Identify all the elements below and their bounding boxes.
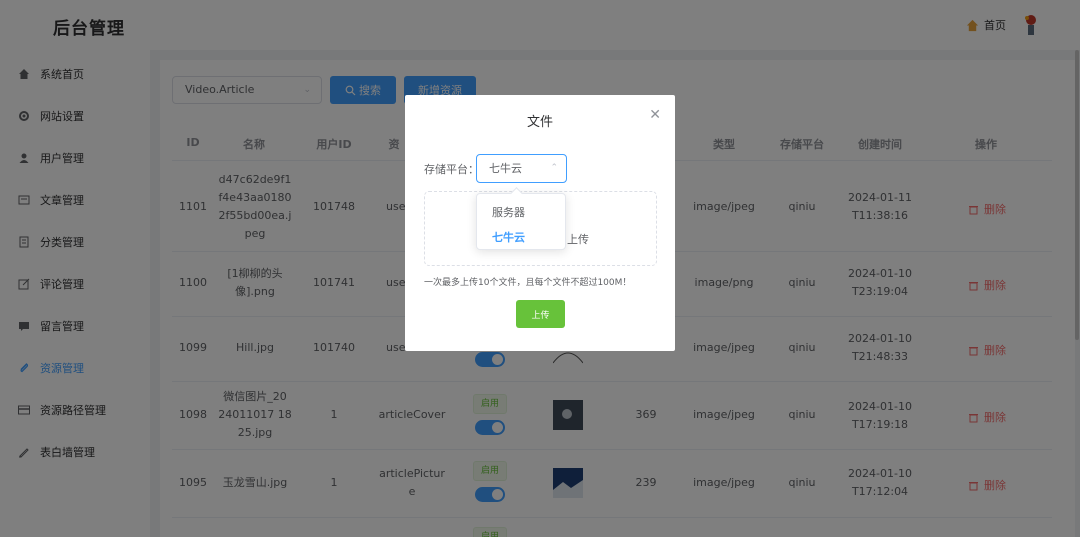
platform-dropdown: 服务器 七牛云 — [476, 193, 566, 250]
upload-dropzone-text: 上传 — [567, 233, 589, 246]
upload-tip: 一次最多上传10个文件，且每个文件不超过100M！ — [424, 278, 632, 288]
dialog-title: 文件 — [526, 115, 553, 130]
platform-select[interactable]: 七牛云 ⌃ — [476, 154, 567, 183]
platform-option-server[interactable]: 服务器 — [492, 204, 525, 220]
platform-label: 存储平台： — [424, 163, 479, 176]
close-icon[interactable]: ✕ — [649, 107, 661, 123]
upload-button[interactable]: 上传 — [516, 300, 565, 328]
platform-select-value: 七牛云 — [489, 162, 522, 175]
platform-option-qiniu[interactable]: 七牛云 — [492, 229, 525, 245]
chevron-up-icon: ⌃ — [550, 163, 558, 173]
